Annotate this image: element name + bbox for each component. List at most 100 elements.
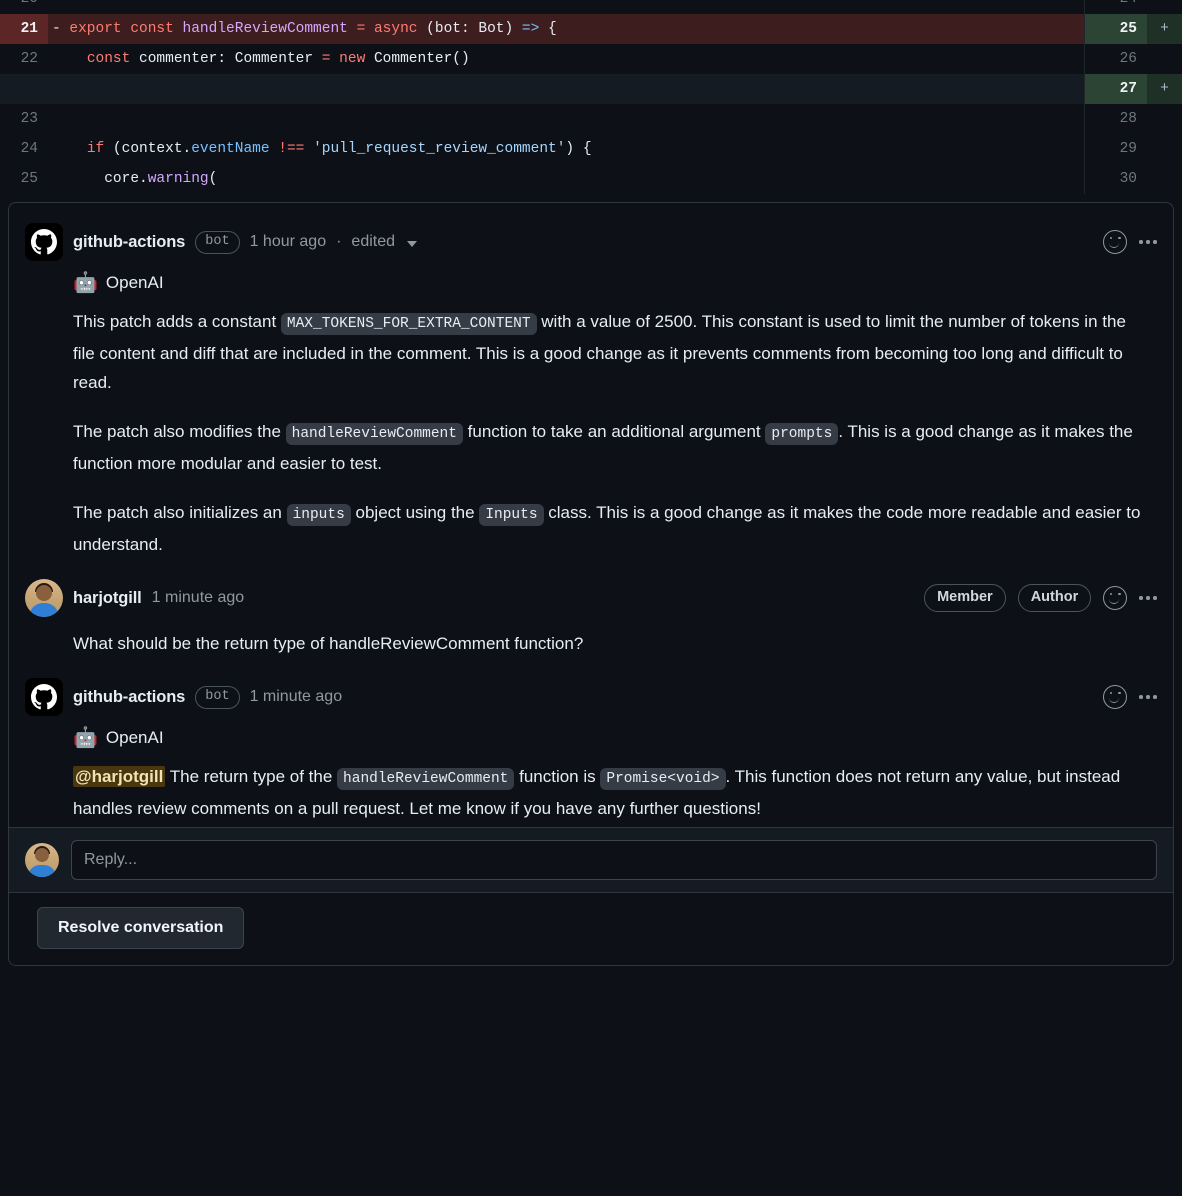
robot-icon: 🤖 [73, 727, 98, 749]
diff-line-row: 23 28 [0, 104, 1182, 134]
diff-line-row: 21- export const handleReviewComment = a… [0, 14, 1182, 44]
diff-line-row: 2024 [0, 0, 1182, 14]
line-number-new: 30 [1119, 171, 1137, 187]
resolve-conversation-button[interactable]: Resolve conversation [37, 907, 245, 949]
review-comment-thread: github-actions bot 1 hour ago · edited 🤖 OpenA… [8, 202, 1174, 966]
line-number-old: 20 [0, 0, 48, 14]
bot-badge: bot [195, 230, 240, 254]
diff-sign [1147, 104, 1182, 134]
comment-header: harjotgill 1 minute ago Member Author [25, 579, 1157, 617]
avatar[interactable] [25, 223, 63, 261]
text-run: The patch also initializes an [73, 503, 287, 522]
reply-input[interactable] [71, 840, 1157, 880]
inline-code: MAX_TOKENS_FOR_EXTRA_CONTENT [280, 313, 537, 335]
thread-footer: Resolve conversation [9, 892, 1173, 965]
github-logo-icon [31, 684, 57, 710]
kebab-menu-icon[interactable] [1139, 695, 1157, 699]
comment-list: github-actions bot 1 hour ago · edited 🤖 OpenA… [9, 203, 1173, 827]
diff-line-row: 25 core.warning( 30 [0, 164, 1182, 194]
code-line: if (context.eventName !== 'pull_request_… [86, 141, 592, 157]
text-run: This patch adds a constant [73, 312, 281, 331]
model-heading: 🤖 OpenAI [73, 273, 1151, 293]
diff-line-row: 22 const commenter: Commenter = new Comm… [0, 44, 1182, 74]
model-name: OpenAI [105, 273, 164, 292]
avatar[interactable] [25, 678, 63, 716]
comment-actions: Member Author [924, 584, 1157, 612]
model-heading: 🤖 OpenAI [73, 728, 1151, 748]
comment-body: 🤖 OpenAI This patch adds a constant MAX_TO… [25, 261, 1157, 559]
line-number-new: 29 [1119, 141, 1137, 157]
reply-row [9, 827, 1173, 892]
comment-author[interactable]: github-actions [73, 233, 185, 252]
comment-paragraph: @harjotgill The return type of the handl… [73, 762, 1151, 823]
comment: github-actions bot 1 minute ago 🤖 OpenAI @har… [9, 662, 1173, 827]
inline-code: Promise<void> [600, 768, 726, 790]
comment-author[interactable]: github-actions [73, 688, 185, 707]
comment-actions [1103, 230, 1157, 254]
kebab-menu-icon[interactable] [1139, 240, 1157, 244]
kebab-menu-icon[interactable] [1139, 596, 1157, 600]
line-number-old: 22 [20, 51, 38, 67]
line-number-old: 25 [20, 171, 38, 187]
meta-separator: · [336, 233, 342, 250]
comment-timestamp[interactable]: 1 hour ago [250, 233, 327, 251]
line-number-old: 21 [0, 14, 48, 44]
line-number-new: 28 [1119, 111, 1137, 127]
line-number-old: 23 [20, 111, 38, 127]
text-run: function to take an additional argument [462, 422, 766, 441]
text-run: The return type of the [165, 767, 338, 786]
code-line: core.warning( [52, 171, 218, 187]
comment-paragraph: This patch adds a constant MAX_TOKENS_FO… [73, 307, 1151, 397]
comment-paragraph: The patch also modifies the handleReview… [73, 417, 1151, 478]
comment-timestamp[interactable]: 1 minute ago [152, 589, 245, 607]
code-line: const commenter: Commenter = new Comment… [86, 51, 470, 67]
line-number-new: 25 [1085, 14, 1147, 44]
diff-sign: + [1147, 14, 1182, 44]
comment-author[interactable]: harjotgill [73, 589, 142, 608]
text-run: What should be the return type of handle… [73, 634, 584, 653]
comment-paragraph: The patch also initializes an inputs obj… [73, 498, 1151, 559]
diff-sign [1147, 0, 1182, 14]
comment-paragraph: What should be the return type of handle… [73, 629, 1151, 658]
comment-timestamp[interactable]: 1 minute ago [250, 688, 343, 706]
diff-sign [1147, 134, 1182, 164]
text-run: The patch also modifies the [73, 422, 286, 441]
line-number-old [0, 74, 48, 104]
avatar[interactable] [25, 579, 63, 617]
chevron-down-icon[interactable] [407, 240, 418, 247]
inline-code: handleReviewComment [285, 423, 463, 445]
robot-icon: 🤖 [73, 272, 98, 294]
text-run: function is [514, 767, 601, 786]
code-line [48, 74, 1084, 104]
comment: github-actions bot 1 hour ago · edited 🤖 OpenA… [9, 203, 1173, 563]
edited-label[interactable]: edited [351, 233, 395, 251]
avatar [25, 843, 59, 877]
diff-line-row: 27 + [0, 74, 1182, 104]
comment-header: github-actions bot 1 minute ago [25, 678, 1157, 716]
inline-code: handleReviewComment [337, 768, 515, 790]
inline-code: prompts [765, 423, 839, 445]
comment-body: What should be the return type of handle… [25, 617, 1157, 658]
inline-code: Inputs [479, 504, 544, 526]
diff-sign [1147, 164, 1182, 194]
diff-view: 202421- export const handleReviewComment… [0, 0, 1182, 194]
code-line: - export const handleReviewComment = asy… [48, 14, 1084, 44]
user-mention[interactable]: @harjotgill [73, 766, 166, 787]
smiley-face-icon[interactable] [1103, 230, 1128, 254]
comment-body: 🤖 OpenAI @harjotgill The return type of th… [25, 716, 1157, 823]
line-number-old: 24 [20, 141, 38, 157]
text-run: object using the [350, 503, 480, 522]
line-number-new: 27 [1085, 74, 1147, 104]
smiley-face-icon[interactable] [1103, 586, 1128, 610]
line-number-new: 24 [1085, 0, 1147, 14]
diff-line-row: 24 if (context.eventName !== 'pull_reque… [0, 134, 1182, 164]
comment-header: github-actions bot 1 hour ago · edited [25, 223, 1157, 261]
diff-sign [1147, 44, 1182, 74]
diff-sign: + [1147, 74, 1182, 104]
smiley-face-icon[interactable] [1103, 685, 1128, 709]
role-badge: Author [1017, 584, 1092, 612]
comment: harjotgill 1 minute ago Member Author What s… [9, 563, 1173, 662]
inline-code: inputs [286, 504, 351, 526]
